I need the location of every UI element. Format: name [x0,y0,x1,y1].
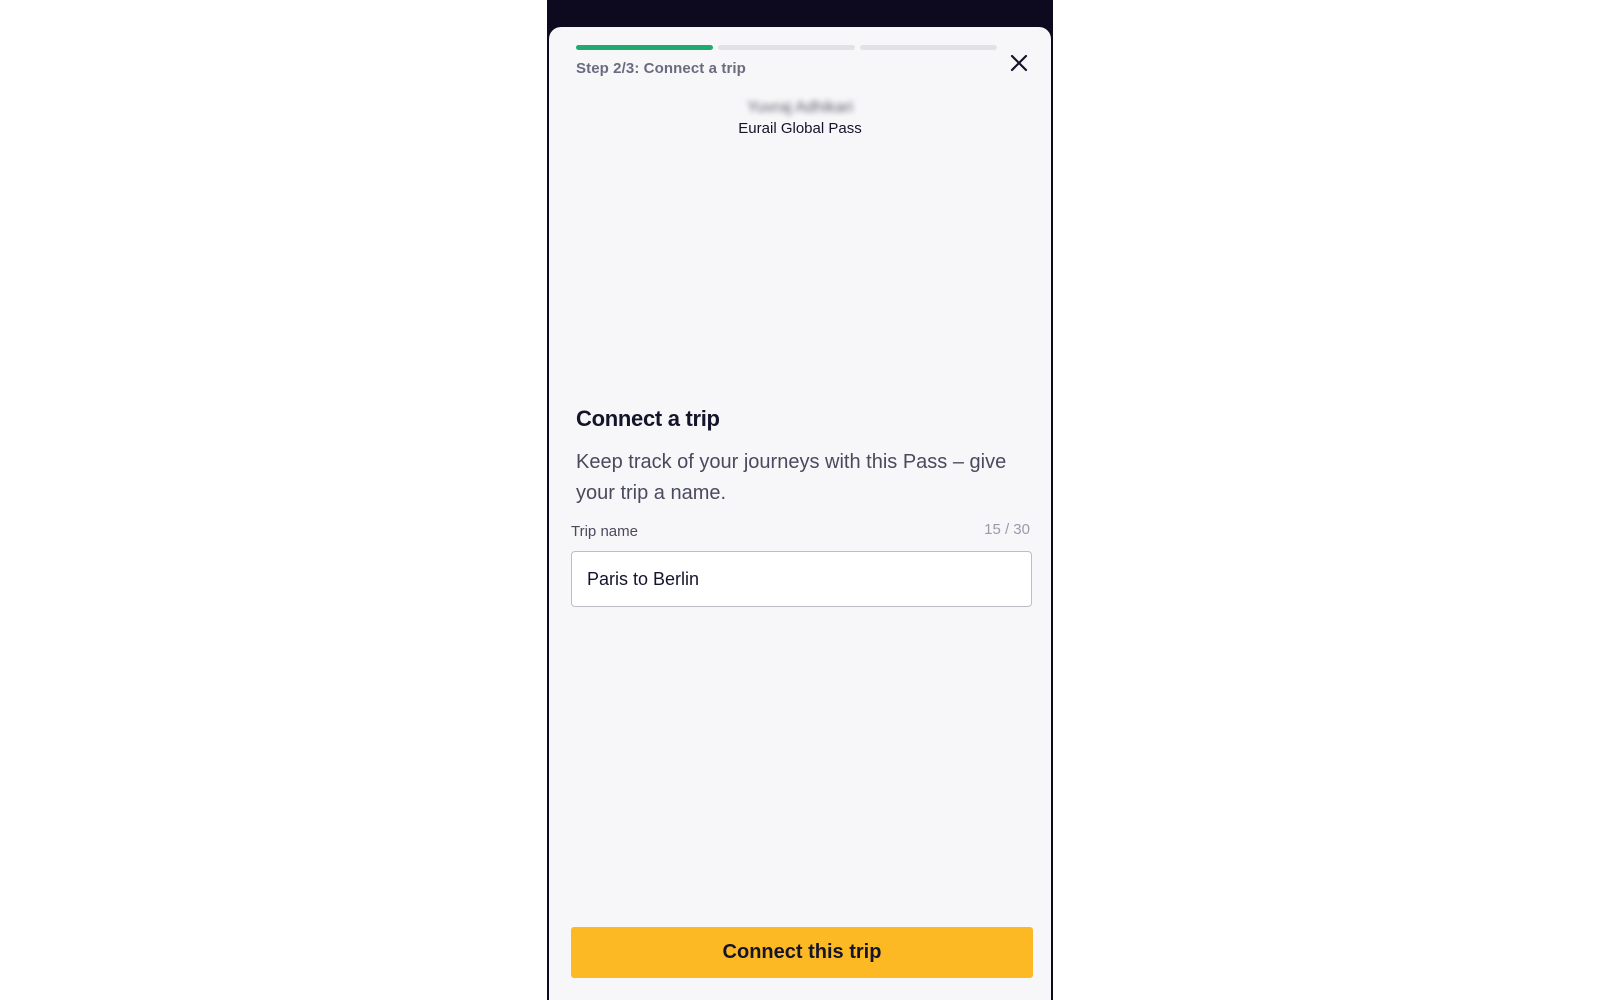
step-progress-bar [576,45,997,50]
close-button[interactable] [1005,49,1033,77]
progress-segment-3 [860,45,997,50]
pass-holder-name: Yuvraj Adhikari [747,99,853,116]
trip-name-input[interactable] [571,551,1032,607]
trip-name-label: Trip name [571,523,638,540]
form-description: Keep track of your journeys with this Pa… [576,451,1007,504]
step-label: Step 2/3: Connect a trip [576,60,746,77]
connect-trip-sheet: Step 2/3: Connect a trip Yuvraj Adhikari… [549,27,1051,1000]
form-heading: Connect a trip [576,406,720,431]
close-icon [1010,54,1028,72]
connect-trip-button[interactable]: Connect this trip [571,927,1033,978]
pass-name: Eurail Global Pass [738,120,862,137]
progress-segment-2 [718,45,855,50]
char-counter: 15 / 30 [984,521,1030,538]
progress-segment-1 [576,45,713,50]
device-frame: Step 2/3: Connect a trip Yuvraj Adhikari… [547,0,1053,1000]
